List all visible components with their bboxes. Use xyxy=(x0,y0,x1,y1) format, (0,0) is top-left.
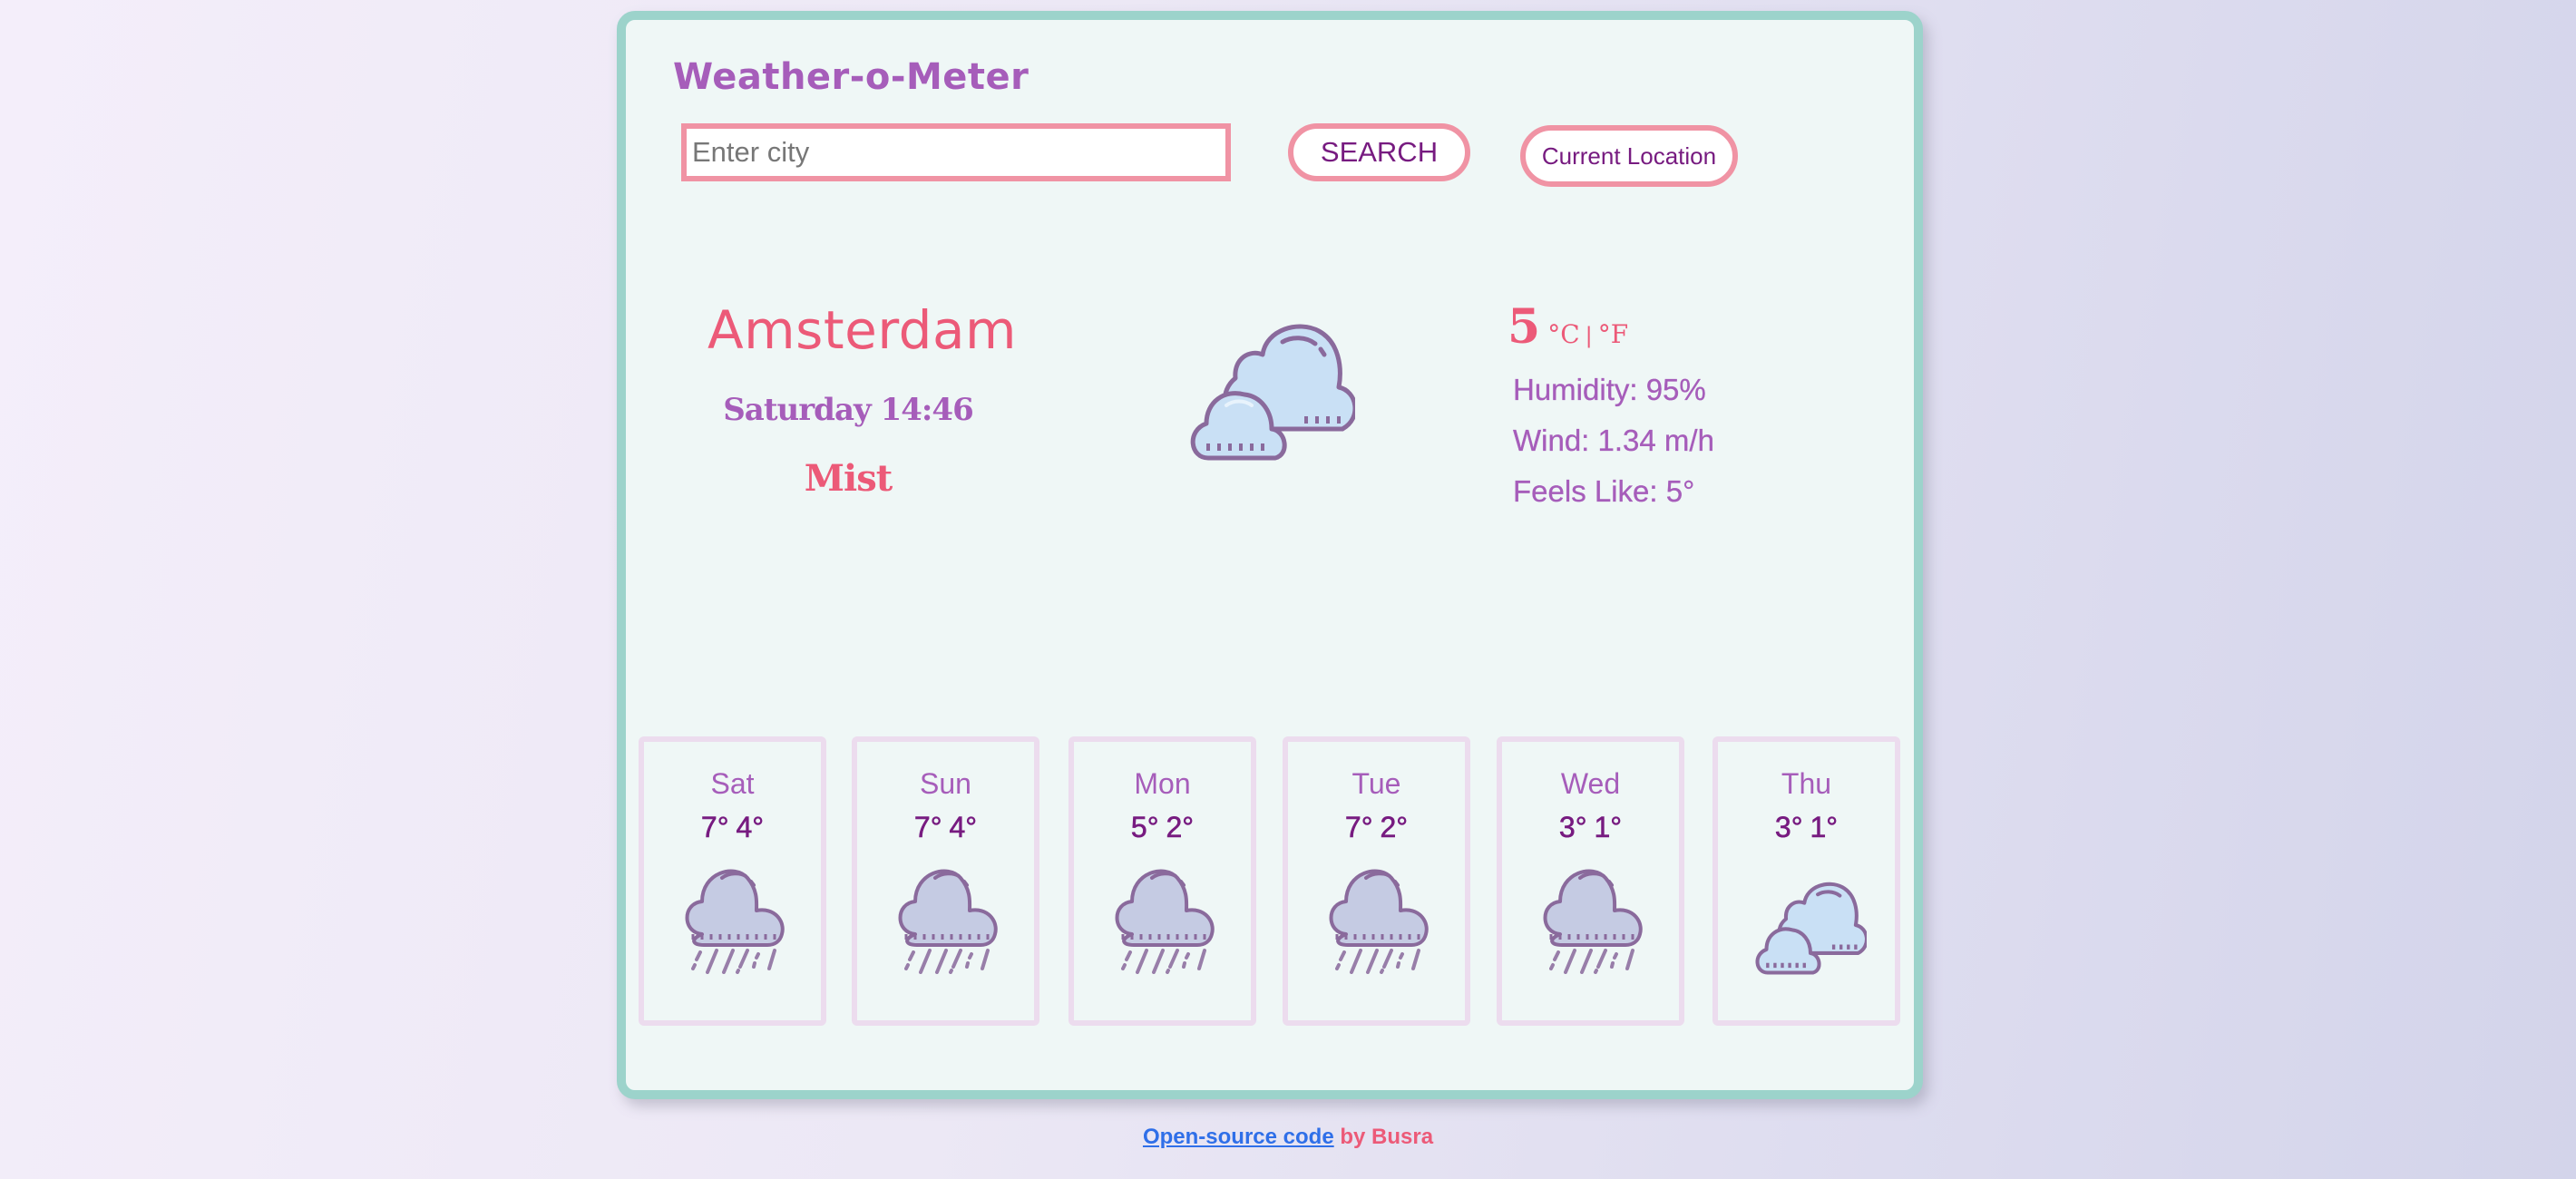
forecast-day-name: Tue xyxy=(1351,767,1401,800)
weather-details: Humidity: 95% Wind: 1.34 m/h Feels Like:… xyxy=(1513,365,1714,517)
forecast-temps: 3° 1° xyxy=(1502,811,1679,844)
forecast-day-card: Thu 3° 1° xyxy=(1712,736,1900,1026)
city-search-input[interactable] xyxy=(681,123,1231,181)
forecast-min-temp: 4° xyxy=(736,811,765,844)
rain-icon xyxy=(1324,865,1437,978)
current-temperature: 5 °C | °F xyxy=(1508,299,1628,355)
forecast-max-temp: 3° xyxy=(1774,811,1803,844)
forecast-min-temp: 1° xyxy=(1594,811,1623,844)
feels-like: Feels Like: 5° xyxy=(1513,474,1695,508)
clouds-icon xyxy=(1188,322,1358,463)
forecast-day-name: Sat xyxy=(710,767,755,800)
forecast-min-temp: 2° xyxy=(1166,811,1195,844)
current-location-button[interactable]: Current Location xyxy=(1520,125,1738,187)
humidity: Humidity: 95% xyxy=(1513,373,1706,406)
unit-toggle: °C | °F xyxy=(1547,319,1628,349)
celsius-link[interactable]: °C xyxy=(1547,319,1579,349)
forecast-min-temp: 2° xyxy=(1380,811,1409,844)
forecast-day-card: Sat 7° 4° xyxy=(639,736,826,1026)
forecast-day-card: Wed 3° 1° xyxy=(1497,736,1684,1026)
forecast-max-temp: 7° xyxy=(913,811,942,844)
forecast-temps: 5° 2° xyxy=(1074,811,1251,844)
forecast-temps: 7° 4° xyxy=(644,811,821,844)
wind-speed: Wind: 1.34 m/h xyxy=(1513,424,1714,457)
forecast-day-name: Mon xyxy=(1134,767,1191,800)
app-title: Weather-o-Meter xyxy=(673,56,1029,98)
author-credit: by Busra xyxy=(1340,1125,1434,1149)
rain-icon xyxy=(680,865,793,978)
forecast-day-card: Mon 5° 2° xyxy=(1068,736,1256,1026)
weather-app-card: Weather-o-Meter SEARCH Current Location … xyxy=(617,11,1923,1099)
footer: Open-source code by Busra xyxy=(0,1125,2576,1150)
clouds-icon xyxy=(1754,865,1869,978)
forecast-temps: 7° 4° xyxy=(857,811,1034,844)
weather-description: Mist xyxy=(804,457,893,500)
forecast-min-temp: 1° xyxy=(1810,811,1839,844)
forecast-max-temp: 3° xyxy=(1558,811,1587,844)
unit-separator: | xyxy=(1585,323,1593,348)
city-name: Amsterdam xyxy=(707,299,1018,361)
search-button[interactable]: SEARCH xyxy=(1288,123,1470,181)
forecast-min-temp: 4° xyxy=(949,811,978,844)
open-source-link[interactable]: Open-source code xyxy=(1143,1125,1334,1149)
forecast-day-name: Wed xyxy=(1560,767,1621,800)
forecast-max-temp: 7° xyxy=(1344,811,1373,844)
rain-icon xyxy=(893,865,1006,978)
forecast-day-name: Sun xyxy=(920,767,971,800)
forecast-day-card: Sun 7° 4° xyxy=(852,736,1039,1026)
forecast-temps: 7° 2° xyxy=(1288,811,1465,844)
forecast-row: Sat 7° 4° Sun 7° 4° Mon 5° 2° Tue 7° 2° Wed … xyxy=(639,736,1905,1027)
forecast-max-temp: 7° xyxy=(700,811,729,844)
fahrenheit-link[interactable]: °F xyxy=(1598,319,1628,349)
forecast-day-card: Tue 7° 2° xyxy=(1283,736,1470,1026)
forecast-max-temp: 5° xyxy=(1130,811,1159,844)
rain-icon xyxy=(1110,865,1223,978)
forecast-day-name: Thu xyxy=(1781,767,1832,800)
temperature-value: 5 xyxy=(1508,299,1541,355)
date-time: Saturday 14:46 xyxy=(723,392,974,428)
forecast-temps: 3° 1° xyxy=(1718,811,1895,844)
rain-icon xyxy=(1538,865,1651,978)
